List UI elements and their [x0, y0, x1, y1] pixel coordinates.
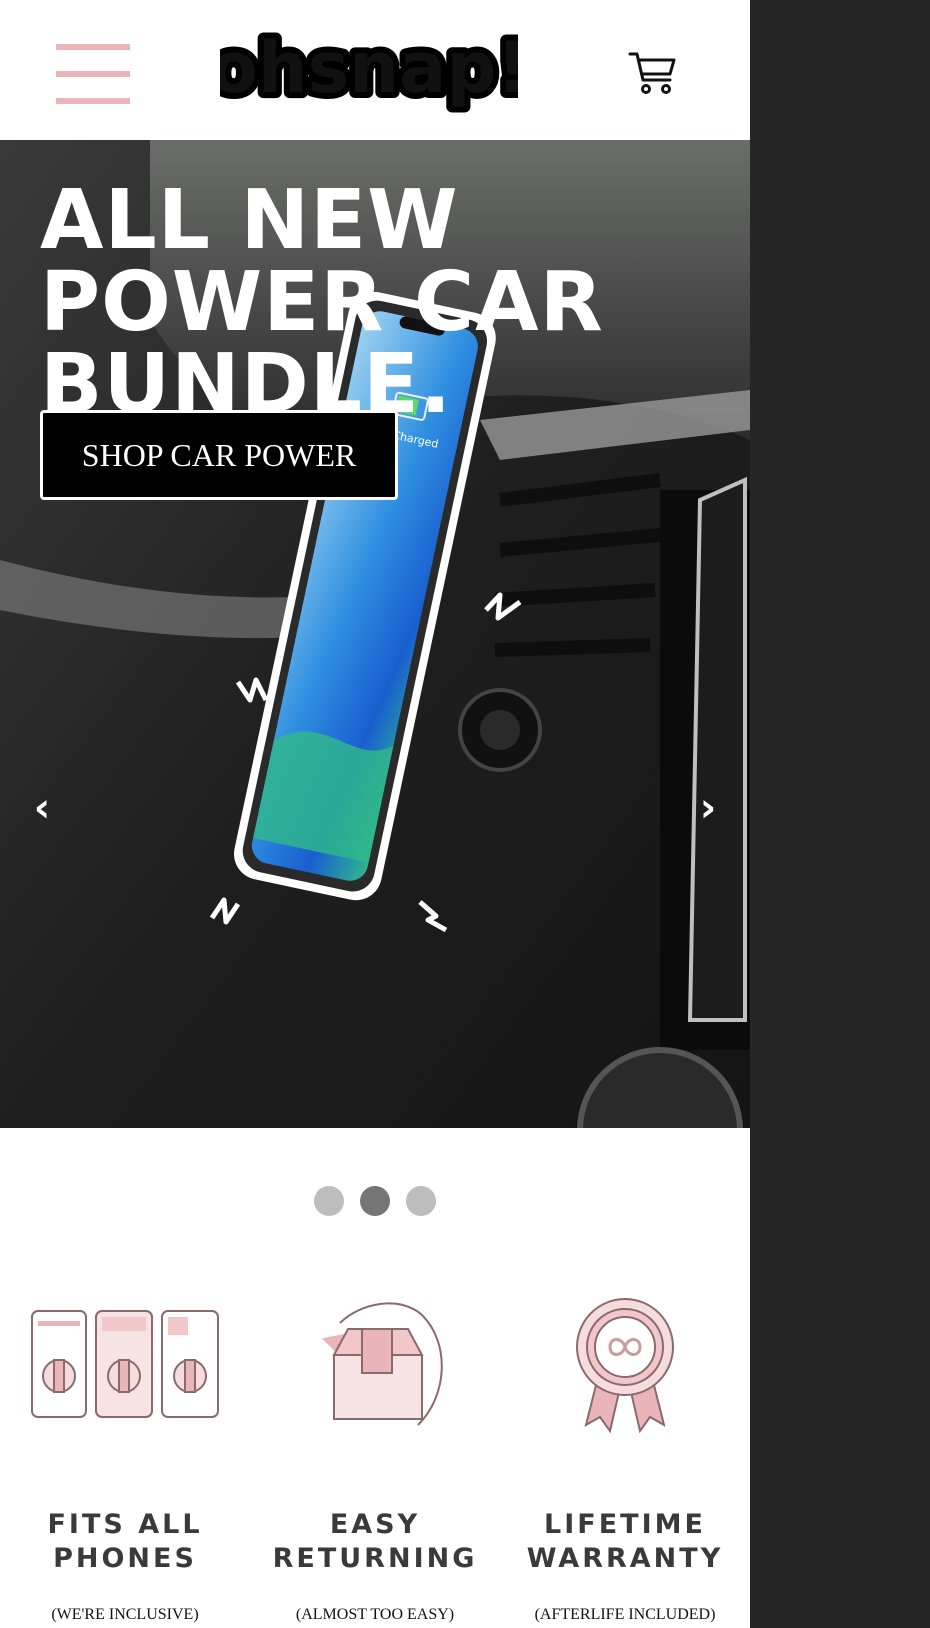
- phones-icon: [0, 1290, 250, 1440]
- page: ohsnap! ohsnap! ohsnap! 64% Charged ALL …: [0, 0, 750, 1628]
- hero-headline: ALL NEW POWER CAR BUNDLE.: [40, 180, 680, 426]
- headline-line: ALL NEW: [40, 173, 459, 268]
- warranty-ribbon-icon: [500, 1290, 750, 1440]
- feature-subtitle: (AFTERLIFE INCLUDED): [534, 1606, 716, 1623]
- chevron-left-icon[interactable]: ‹: [22, 778, 62, 838]
- feature-easy-returning: EASY RETURNING (ALMOST TOO EASY): [250, 1290, 500, 1623]
- carousel-dot-active[interactable]: [360, 1186, 390, 1216]
- feature-subtitle: (WE'RE INCLUSIVE): [51, 1606, 199, 1623]
- feature-title: EASY RETURNING: [272, 1509, 478, 1574]
- carousel-dots: [0, 1186, 750, 1216]
- feature-fits-all-phones: FITS ALL PHONES (WE'RE INCLUSIVE): [0, 1290, 250, 1623]
- feature-lifetime-warranty: LIFETIME WARRANTY (AFTERLIFE INCLUDED): [500, 1290, 750, 1623]
- svg-text:ohsnap!: ohsnap!: [220, 27, 518, 109]
- carousel-dot[interactable]: [406, 1186, 436, 1216]
- hero-carousel: 64% Charged ALL NEW POWER CAR BUNDLE. SH…: [0, 140, 750, 1128]
- feature-title: LIFETIME WARRANTY: [526, 1509, 724, 1574]
- carousel-dot[interactable]: [314, 1186, 344, 1216]
- site-logo[interactable]: ohsnap! ohsnap! ohsnap!: [220, 26, 518, 120]
- feature-subtitle: (ALMOST TOO EASY): [295, 1606, 455, 1623]
- site-header: ohsnap! ohsnap! ohsnap!: [0, 0, 750, 140]
- return-box-icon: [250, 1290, 500, 1440]
- feature-title: FITS ALL PHONES: [47, 1509, 203, 1574]
- shopping-cart-icon[interactable]: [628, 48, 678, 96]
- shop-car-power-button[interactable]: SHOP CAR POWER: [40, 410, 398, 500]
- chevron-right-icon[interactable]: ›: [688, 778, 728, 838]
- headline-line: POWER CAR: [40, 255, 604, 350]
- hamburger-menu-icon[interactable]: [56, 44, 130, 104]
